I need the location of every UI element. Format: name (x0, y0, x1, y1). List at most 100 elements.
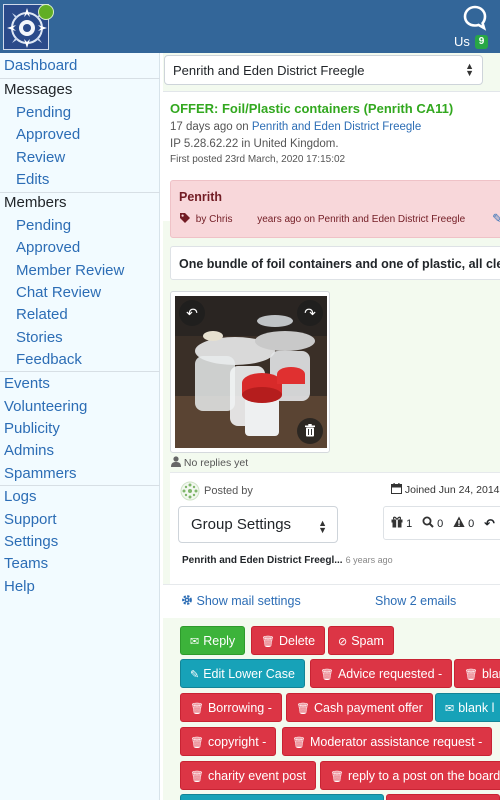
moderator-assistance-button[interactable]: 🗑 Moderator assistance request - (282, 727, 493, 756)
group-settings-value: Group Settings (191, 516, 292, 533)
poster-joined-date: Joined Jun 24, 2014 (404, 484, 500, 496)
rotate-left-icon[interactable]: ↶ (179, 300, 205, 326)
sidebar-item-settings[interactable]: Settings (4, 533, 58, 550)
sidebar-item-events[interactable]: Events (4, 375, 50, 392)
warning-stat[interactable]: 0 (453, 516, 474, 530)
wanted-count: 0 (437, 518, 444, 530)
top-navbar: Us 9 (0, 0, 500, 53)
sidebar-item-stories[interactable]: Stories (16, 329, 63, 346)
poster-membership-group[interactable]: Penrith and Eden District Freegl... (182, 555, 343, 566)
moderator-assistance-label: Moderator assistance request - (309, 735, 483, 749)
envelope-icon: ✉ (445, 703, 455, 715)
message-group-link[interactable]: Penrith and Eden District Freegle (252, 121, 421, 133)
message-photo[interactable]: ↶ ↷ (175, 296, 327, 448)
blank-button[interactable]: 🗑blan (454, 659, 500, 688)
gift-icon (391, 516, 403, 528)
blank-l-label: blank l (458, 701, 495, 715)
edit-lower-case-label: Edit Lower Case (203, 667, 295, 681)
sidebar-divider (0, 78, 160, 79)
sidebar-item-spammers[interactable]: Spammers (4, 465, 77, 482)
delete-button[interactable]: 🗑 Delete (251, 626, 326, 655)
poster-avatar[interactable] (180, 481, 200, 501)
advice-requested-button[interactable]: 🗑 Advice requested - (310, 659, 453, 688)
message-age-line: 17 days ago on Penrith and Eden District… (170, 121, 421, 133)
trash-icon: 🗑 (292, 737, 306, 749)
message-links-bar: Show mail settings Show 2 emails (163, 584, 500, 618)
sidebar-item-messages-edits[interactable]: Edits (16, 171, 49, 188)
warning-icon (453, 516, 465, 527)
offers-count: 1 (406, 518, 413, 530)
message-subject[interactable]: OFFER: Foil/Plastic containers (Penrith … (170, 101, 453, 116)
calendar-icon (391, 483, 402, 494)
sidebar-item-admins[interactable]: Admins (4, 442, 54, 459)
trash-icon: 🗑 (190, 771, 204, 783)
offers-stat[interactable]: 1 (391, 516, 412, 530)
sidebar-item-support[interactable]: Support (4, 511, 57, 528)
sidebar-item-members-approved[interactable]: Approved (16, 239, 80, 256)
sidebar-item-member-review[interactable]: Member Review (16, 262, 124, 279)
sidebar-item-volunteering[interactable]: Volunteering (4, 398, 87, 415)
show-emails-link[interactable]: Show 2 emails (375, 594, 456, 608)
sidebar-item-feedback[interactable]: Feedback (16, 351, 82, 368)
show-mail-settings-label: Show mail settings (196, 594, 301, 608)
next-row-danger-button[interactable] (386, 794, 500, 800)
trash-icon[interactable] (297, 418, 323, 444)
delete-button-label: Delete (278, 634, 316, 648)
reply-to-post-button[interactable]: 🗑 reply to a post on the board (320, 761, 500, 790)
trash-icon: 🗑 (330, 771, 344, 783)
reply-button[interactable]: ✉ Reply (180, 626, 246, 655)
pencil-icon[interactable]: ✎ (492, 211, 500, 227)
group-settings-select[interactable]: Group Settings ▲ ▼ (178, 506, 338, 543)
sidebar-item-dashboard[interactable]: Dashboard (4, 57, 77, 74)
edit-note-time: years ago on Penrith and Eden District F… (257, 214, 466, 225)
charity-event-post-button[interactable]: 🗑 charity event post (180, 761, 316, 790)
no-replies-text: No replies yet (183, 457, 249, 469)
select-arrows-icon: ▲ ▼ (465, 61, 474, 78)
borrowing-label: Borrowing - (207, 701, 272, 715)
gear-icon (182, 595, 192, 605)
rotate-right-icon[interactable]: ↷ (297, 300, 323, 326)
poster-membership: Penrith and Eden District Freegl... 6 yea… (182, 555, 393, 566)
group-select[interactable]: Penrith and Eden District Freegle ▲ ▼ (164, 55, 483, 85)
trash-icon: 🗑 (464, 669, 478, 681)
sidebar-item-messages-approved[interactable]: Approved (16, 126, 80, 143)
sidebar-divider (0, 485, 160, 486)
spam-button[interactable]: ⊘ Spam (328, 626, 394, 655)
poster-membership-ago: 6 years ago (345, 555, 393, 565)
sidebar-item-chat-review[interactable]: Chat Review (16, 284, 101, 301)
sidebar-item-messages-review[interactable]: Review (16, 149, 65, 166)
copyright-button[interactable]: 🗑 copyright - (180, 727, 277, 756)
sidebar-item-publicity[interactable]: Publicity (4, 420, 60, 437)
edit-lower-case-button[interactable]: ✎ Edit Lower Case (180, 659, 305, 688)
sidebar-item-members-pending[interactable]: Pending (16, 217, 71, 234)
sidebar-heading-messages: Messages (4, 81, 73, 98)
sidebar-item-teams[interactable]: Teams (4, 555, 48, 572)
poster-joined: Joined Jun 24, 2014 (391, 483, 500, 496)
posted-by-label: Posted by (204, 485, 253, 497)
charity-event-post-label: charity event post (207, 769, 306, 783)
search-icon (422, 516, 434, 528)
wanted-stat[interactable]: 0 (422, 516, 443, 530)
sidebar-divider (0, 192, 160, 193)
edit-note-title: Penrith (179, 190, 223, 204)
user-icon (171, 456, 181, 467)
blank-l-button[interactable]: ✉ blank l (435, 693, 500, 722)
trash-icon: 🗑 (320, 669, 334, 681)
user-menu[interactable]: Us 9 (454, 4, 494, 50)
no-replies-label: No replies yet (171, 456, 248, 469)
sidebar-item-related[interactable]: Related (16, 306, 68, 323)
edit-note-meta: by Chris years ago on Penrith and Eden D… (179, 212, 465, 225)
borrowing-button[interactable]: 🗑 Borrowing - (180, 693, 282, 722)
message-ip: IP 5.28.62.22 in United Kingdom. (170, 138, 339, 150)
sidebar-item-logs[interactable]: Logs (4, 488, 37, 505)
sidebar-item-messages-pending[interactable]: Pending (16, 104, 71, 121)
message-text: One bundle of foil containers and one of… (179, 257, 500, 271)
next-row-info-button[interactable] (180, 794, 384, 800)
sidebar-item-help[interactable]: Help (4, 578, 35, 595)
notification-count-badge: 9 (475, 35, 488, 49)
advice-requested-label: Advice requested - (337, 667, 443, 681)
pencil-icon: ✎ (190, 669, 200, 681)
replies-stat[interactable]: ↶ (484, 516, 495, 532)
cash-payment-offer-button[interactable]: 🗑 Cash payment offer (286, 693, 433, 722)
show-mail-settings-link[interactable]: Show mail settings (181, 594, 301, 608)
